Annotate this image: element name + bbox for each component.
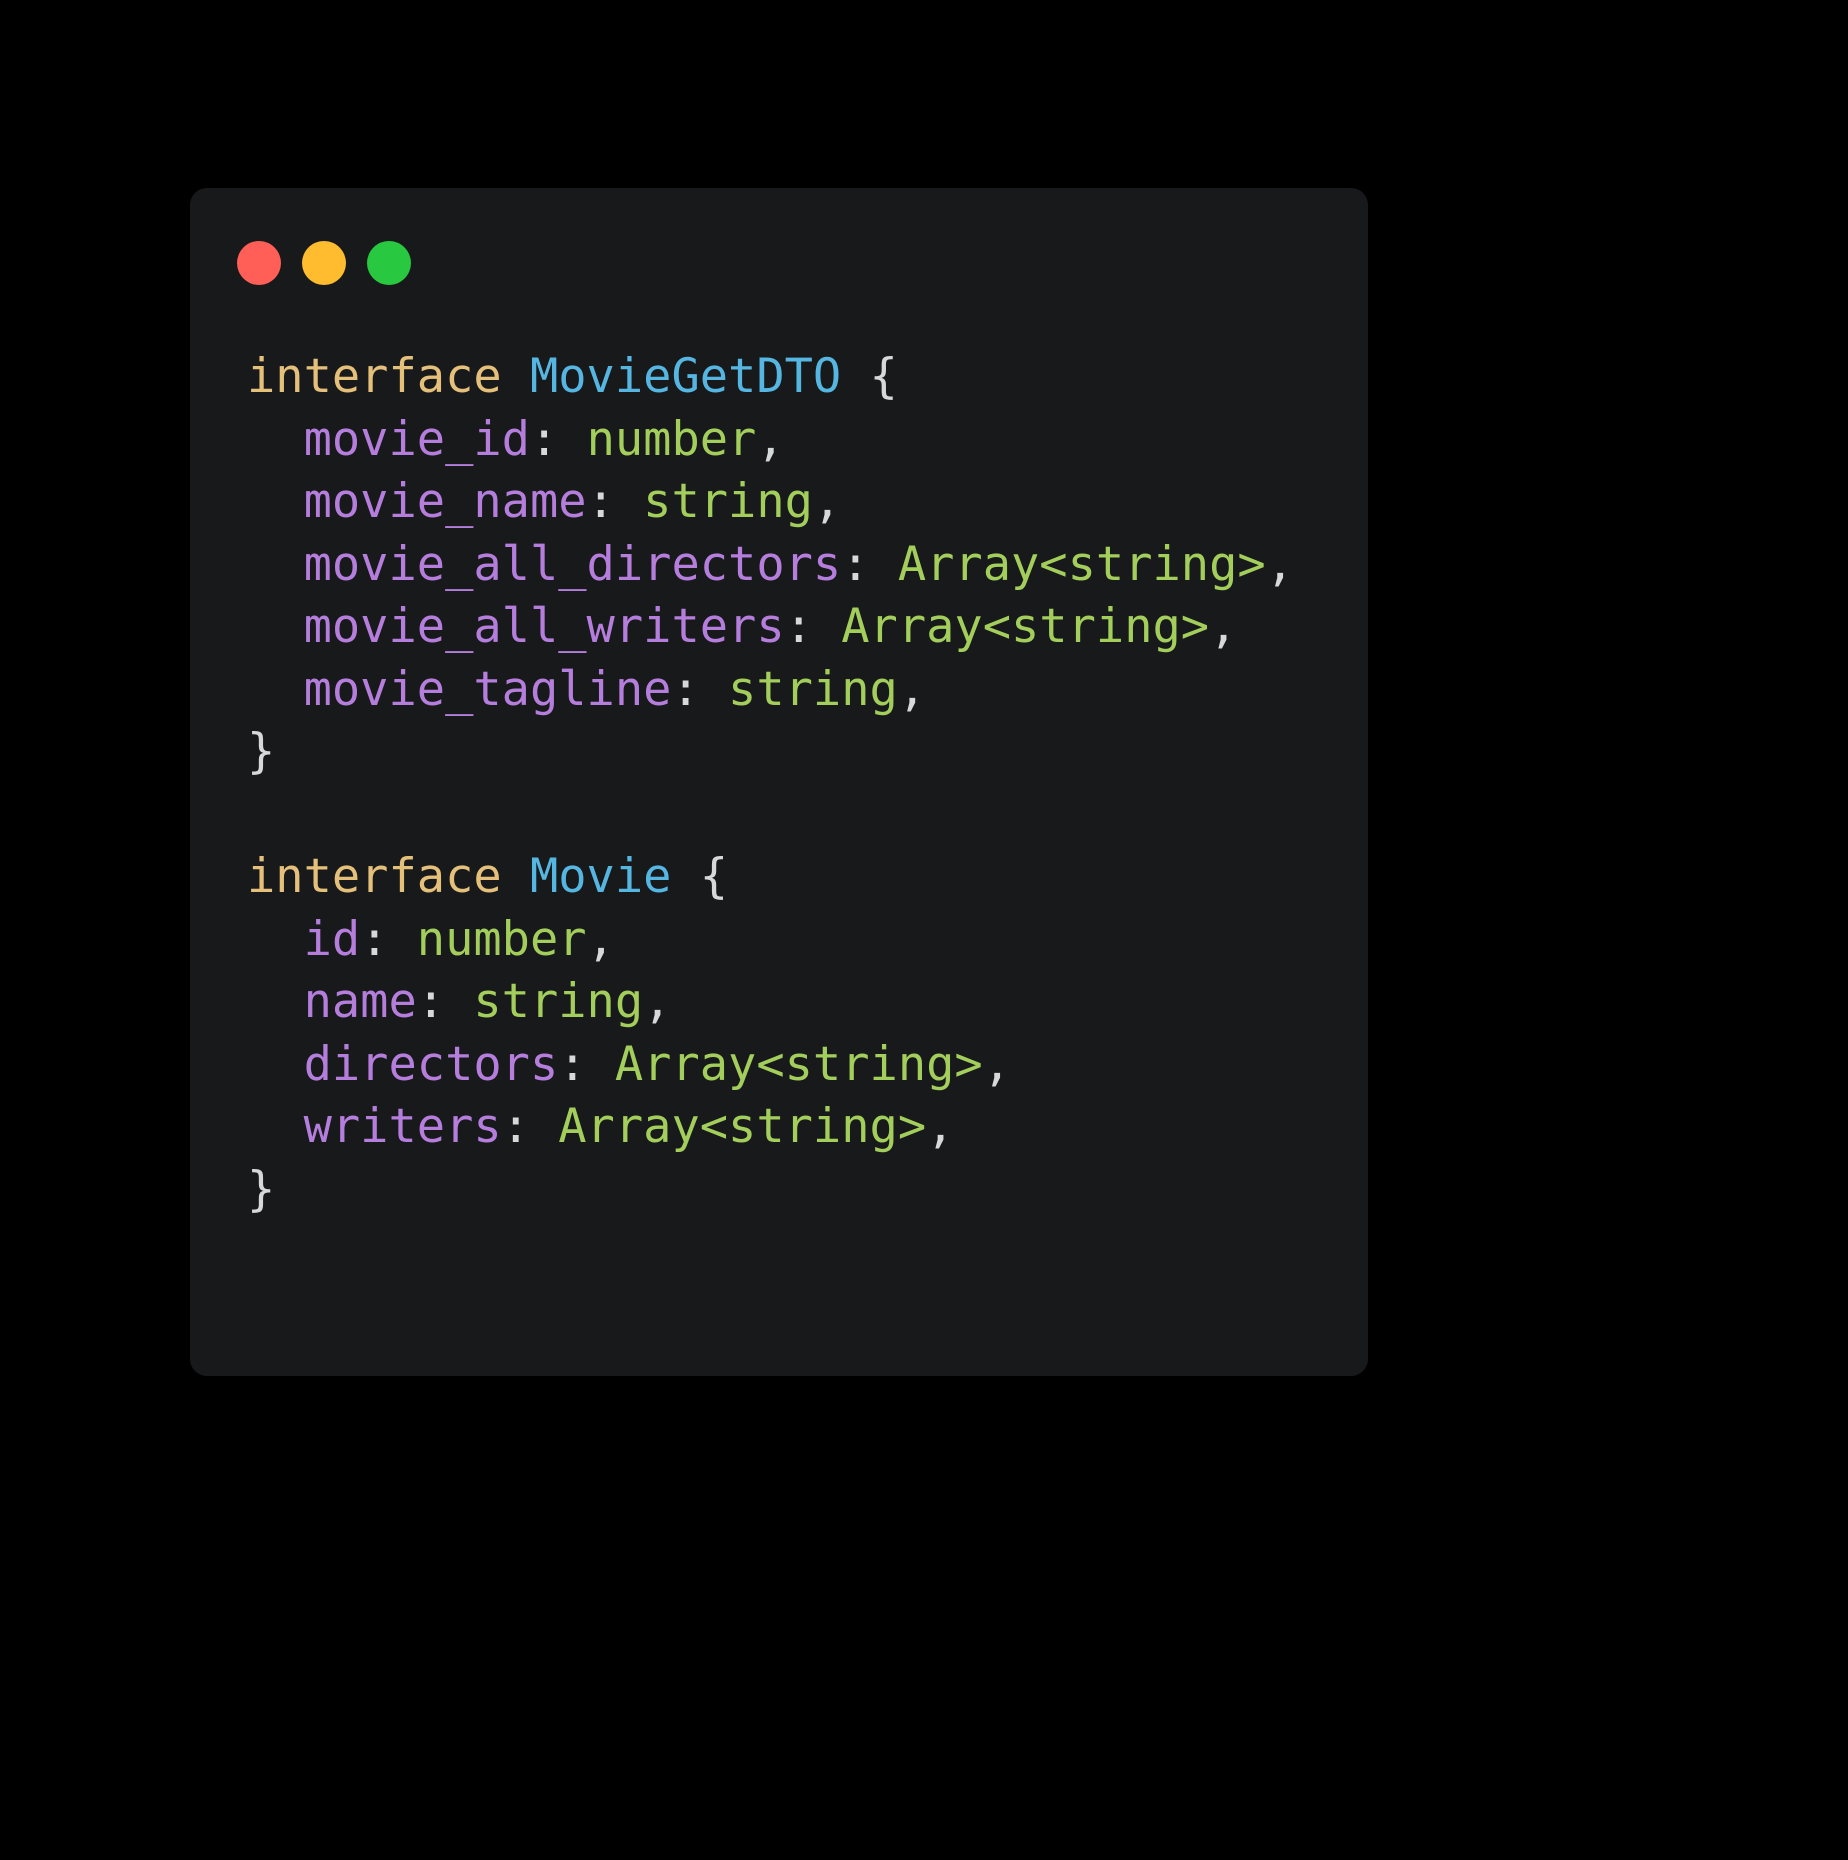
code-token-property: movie_tagline — [303, 661, 672, 717]
code-token-punctuation: , — [812, 474, 842, 529]
code-token-builtin_type: number — [586, 411, 757, 467]
code-line: movie_id: number, — [247, 409, 1344, 472]
code-token-punctuation: : — [558, 1036, 587, 1092]
code-line: } — [247, 1159, 1344, 1222]
code-token-punctuation: : — [501, 1099, 530, 1154]
code-token-punctuation: : — [360, 911, 389, 967]
code-token-builtin_type: string — [473, 974, 644, 1029]
code-line: id: number, — [247, 909, 1344, 972]
code-line: movie_name: string, — [247, 471, 1344, 534]
code-token-builtin_type: number — [416, 911, 587, 967]
code-token-property: movie_id — [303, 411, 530, 467]
code-token-punctuation: } — [247, 724, 276, 779]
code-token-punctuation: , — [1265, 536, 1294, 592]
code-token-punctuation: , — [643, 974, 672, 1029]
code-token-type_name: MovieGetDTO — [529, 349, 842, 404]
code-token-punctuation: , — [926, 1099, 955, 1154]
code-line: movie_tagline: string, — [247, 659, 1344, 722]
maximize-button[interactable] — [367, 241, 411, 285]
code-token-punctuation: } — [247, 1161, 276, 1217]
code-token-punctuation: , — [586, 911, 615, 967]
code-token-punctuation: , — [897, 661, 927, 717]
code-line: interface MovieGetDTO { — [247, 346, 1344, 409]
code-token-punctuation: , — [982, 1036, 1012, 1092]
code-token-punctuation: { — [699, 849, 729, 904]
code-token-punctuation: : — [416, 974, 446, 1029]
code-token-property: movie_all_writers — [303, 599, 785, 654]
code-token-property: writers — [303, 1099, 502, 1154]
code-token-punctuation: : — [784, 599, 813, 654]
code-token-property: id — [303, 911, 361, 967]
code-line: name: string, — [247, 971, 1344, 1034]
code-token-keyword: interface — [247, 349, 502, 404]
code-line: writers: Array<string>, — [247, 1096, 1344, 1159]
code-line: interface Movie { — [247, 846, 1344, 909]
code-token-builtin_type: Array<string> — [558, 1099, 927, 1154]
code-token-builtin_type: string — [643, 474, 813, 529]
code-token-type_name: Movie — [529, 849, 672, 904]
code-token-punctuation: : — [586, 474, 615, 529]
code-snippet-card: interface MovieGetDTO { movie_id: number… — [190, 188, 1368, 1376]
close-button[interactable] — [237, 241, 281, 285]
code-block[interactable]: interface MovieGetDTO { movie_id: number… — [247, 346, 1344, 1221]
code-token-punctuation: , — [756, 411, 785, 467]
code-token-builtin_type: string — [728, 661, 898, 717]
code-line: movie_all_writers: Array<string>, — [247, 596, 1344, 659]
code-token-keyword: interface — [247, 849, 502, 904]
minimize-button[interactable] — [302, 241, 346, 285]
code-token-punctuation: : — [529, 411, 559, 467]
code-line: } — [247, 721, 1344, 784]
code-token-property: directors — [303, 1036, 559, 1092]
code-line: movie_all_directors: Array<string>, — [247, 534, 1344, 597]
screenshot-root: interface MovieGetDTO { movie_id: number… — [0, 0, 1848, 1860]
code-token-property: name — [303, 974, 417, 1029]
code-token-property: movie_all_directors — [303, 536, 842, 592]
code-line: directors: Array<string>, — [247, 1034, 1344, 1097]
code-token-punctuation: : — [841, 536, 870, 592]
code-token-builtin_type: Array<string> — [841, 599, 1210, 654]
code-token-punctuation: { — [869, 349, 898, 404]
code-token-punctuation: , — [1209, 599, 1238, 654]
code-token-punctuation: : — [671, 661, 700, 717]
code-token-builtin_type: Array<string> — [897, 536, 1266, 592]
window-controls — [237, 241, 411, 285]
code-token-property: movie_name — [303, 474, 587, 529]
code-token-builtin_type: Array<string> — [614, 1036, 983, 1092]
